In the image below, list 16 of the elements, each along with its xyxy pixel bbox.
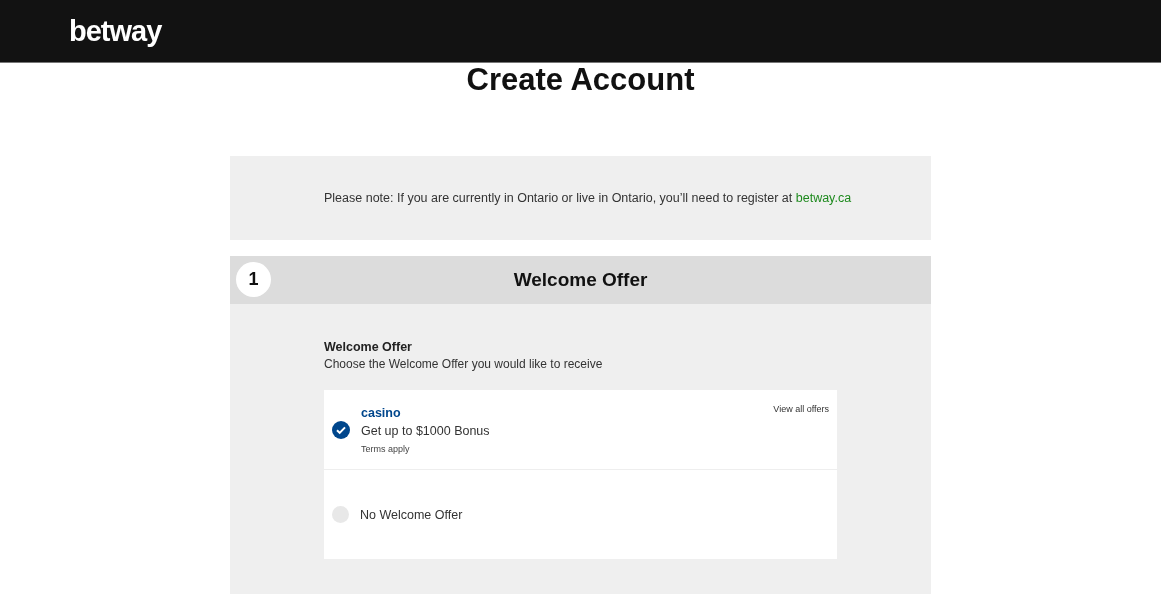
terms-text: Terms apply — [361, 443, 411, 454]
offer-option[interactable]: casino Get up to $1000 Bonus Terms apply View all offers — [324, 390, 837, 470]
offer-title: Get up to $1000 Bonus — [361, 423, 490, 438]
step-title: Welcome Offer — [513, 269, 648, 291]
step-number: 1 — [236, 262, 271, 297]
offer-title: No Welcome Offer — [360, 507, 463, 522]
section-description: Choose the Welcome Offer you would like to receive — [324, 357, 604, 371]
notice-text: Please note: If you are currently in Ontario or live in Ontario, you’ll need to register at betway.ca — [324, 191, 852, 205]
section-heading: Welcome Offer — [324, 340, 413, 354]
logo[interactable]: betway — [69, 14, 162, 48]
checked-radio-icon[interactable] — [332, 420, 350, 439]
link[interactable]: betway.ca — [795, 191, 852, 205]
page-title: Create Account — [465, 63, 696, 97]
view-offers-link[interactable]: View all offers — [773, 404, 829, 414]
offer-brand: casino — [361, 405, 402, 420]
offer-option[interactable]: No Welcome Offer — [324, 470, 837, 559]
